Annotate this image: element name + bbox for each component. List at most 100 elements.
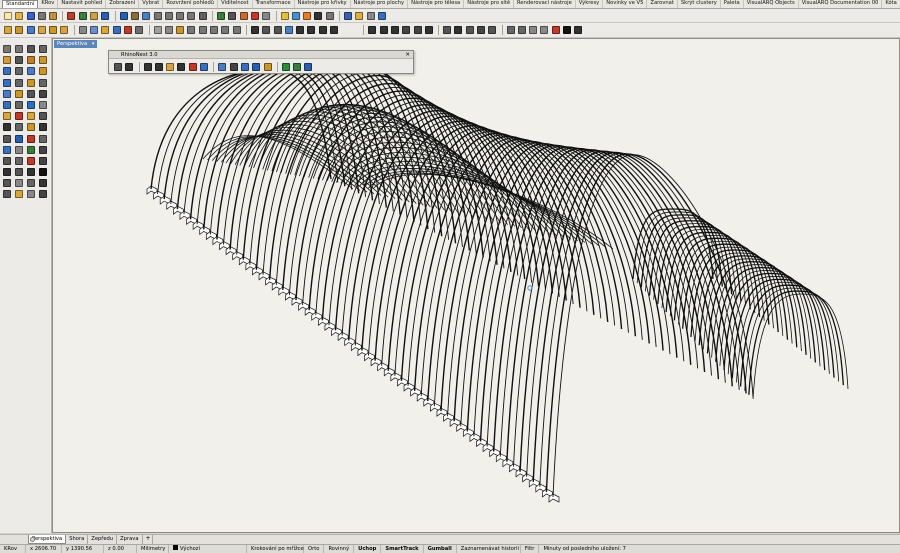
cylinder-icon[interactable]: [198, 25, 208, 35]
grid-nest-icon[interactable]: [251, 62, 261, 72]
left-tool-50-icon[interactable]: [26, 178, 36, 188]
shell-icon[interactable]: [100, 25, 110, 35]
tools-icon[interactable]: [573, 25, 583, 35]
left-tool-26-icon[interactable]: [26, 111, 36, 121]
torus-icon[interactable]: [220, 25, 230, 35]
extend-icon[interactable]: [476, 25, 486, 35]
loft-icon[interactable]: [26, 25, 36, 35]
left-tool-27-icon[interactable]: [38, 111, 48, 121]
units-indicator[interactable]: Milimetry: [137, 544, 169, 553]
boolean-split-icon[interactable]: [134, 25, 144, 35]
new-icon[interactable]: [3, 11, 13, 21]
group-icon[interactable]: [143, 62, 153, 72]
save-nest-icon[interactable]: [292, 62, 302, 72]
sweep-icon[interactable]: [48, 25, 58, 35]
left-tool-15-icon[interactable]: [38, 78, 48, 88]
rhinonest-title-bar[interactable]: RhinoNest 3.0 ✕: [109, 51, 413, 59]
record-history-toggle[interactable]: Zaznamenávat historii: [457, 544, 521, 553]
zoom-icon[interactable]: [153, 11, 163, 21]
left-tool-51-icon[interactable]: [38, 178, 48, 188]
left-tool-2-icon[interactable]: [26, 44, 36, 54]
tab-8[interactable]: Nástroje pro křivky: [295, 0, 351, 8]
labels-icon[interactable]: [176, 62, 186, 72]
close-icon[interactable]: ✕: [405, 51, 410, 59]
grid-snap-toggle[interactable]: Krokování po mřížce: [247, 544, 304, 553]
select-icon[interactable]: [227, 11, 237, 21]
cap-icon[interactable]: [175, 25, 185, 35]
left-tool-20-icon[interactable]: [2, 100, 12, 110]
extrude-icon[interactable]: [14, 25, 24, 35]
tab-scroll-icon[interactable]: [30, 537, 35, 542]
left-tool-43-icon[interactable]: [38, 156, 48, 166]
dim-icon[interactable]: [261, 25, 271, 35]
offset-icon[interactable]: [442, 25, 452, 35]
arc-icon[interactable]: [401, 25, 411, 35]
options-icon[interactable]: [377, 11, 387, 21]
left-tool-37-icon[interactable]: [14, 145, 24, 155]
left-tool-32-icon[interactable]: [2, 134, 12, 144]
material-nest-icon[interactable]: [165, 62, 175, 72]
paste-icon[interactable]: [89, 11, 99, 21]
sheets-icon[interactable]: [124, 62, 134, 72]
leader-icon[interactable]: [273, 25, 283, 35]
patch-icon[interactable]: [78, 25, 88, 35]
left-tool-3-icon[interactable]: [38, 44, 48, 54]
zoom-extents-icon[interactable]: [175, 11, 185, 21]
tab-20[interactable]: Kóta: [882, 0, 900, 8]
tab-6[interactable]: Viditelnost: [218, 0, 253, 8]
curve-icon[interactable]: [295, 25, 305, 35]
left-tool-39-icon[interactable]: [38, 145, 48, 155]
left-tool-4-icon[interactable]: [2, 55, 12, 65]
tab-9[interactable]: Nástroje pro plochy: [351, 0, 409, 8]
left-tool-24-icon[interactable]: [2, 111, 12, 121]
print-nest-icon[interactable]: [281, 62, 291, 72]
export-icon[interactable]: [217, 62, 227, 72]
array-icon[interactable]: [551, 25, 561, 35]
join-icon[interactable]: [239, 11, 249, 21]
left-tool-17-icon[interactable]: [14, 89, 24, 99]
left-tool-48-icon[interactable]: [2, 178, 12, 188]
tab-3[interactable]: Zobrazení: [106, 0, 140, 8]
left-tool-6-icon[interactable]: [26, 55, 36, 65]
polyline-icon[interactable]: [379, 25, 389, 35]
tab-16[interactable]: Skrýt clustery: [678, 0, 721, 8]
tab-1[interactable]: KRov: [38, 0, 59, 8]
box-icon[interactable]: [186, 25, 196, 35]
tab-2[interactable]: Nastavit pohled: [58, 0, 107, 8]
left-tool-29-icon[interactable]: [14, 122, 24, 132]
redo-icon[interactable]: [119, 11, 129, 21]
viewport-tab-3[interactable]: Zprava: [117, 535, 143, 544]
left-tool-49-icon[interactable]: [14, 178, 24, 188]
tab-18[interactable]: VisualARQ Objects: [744, 0, 799, 8]
viewport-tab-1[interactable]: Shora: [66, 535, 89, 544]
cut-icon[interactable]: [66, 11, 76, 21]
print-icon[interactable]: [37, 11, 47, 21]
chamfer-icon[interactable]: [164, 25, 174, 35]
left-tool-38-icon[interactable]: [26, 145, 36, 155]
network-icon[interactable]: [89, 25, 99, 35]
boolean-union-icon[interactable]: [112, 25, 122, 35]
report-icon[interactable]: [199, 62, 209, 72]
layer-icon[interactable]: [280, 11, 290, 21]
text-icon[interactable]: [250, 25, 260, 35]
lock-icon[interactable]: [354, 11, 364, 21]
rhinonest-toolbar[interactable]: RhinoNest 3.0 ✕: [108, 50, 414, 74]
tab-17[interactable]: Paleta: [721, 0, 744, 8]
viewport-tab-2[interactable]: Zepředu: [88, 535, 118, 544]
left-tool-10-icon[interactable]: [26, 66, 36, 76]
left-tool-41-icon[interactable]: [14, 156, 24, 166]
left-tool-31-icon[interactable]: [38, 122, 48, 132]
rectangle-icon[interactable]: [424, 25, 434, 35]
current-layer[interactable]: Výchozí: [169, 544, 247, 553]
copy-icon[interactable]: [78, 11, 88, 21]
zoom-selected-icon[interactable]: [186, 11, 196, 21]
osnap-toggle[interactable]: Uchop: [354, 544, 382, 553]
explode-icon[interactable]: [250, 11, 260, 21]
left-tool-18-icon[interactable]: [26, 89, 36, 99]
left-tool-53-icon[interactable]: [14, 189, 24, 199]
planar-toggle[interactable]: Rovinný: [324, 544, 355, 553]
shade-icon[interactable]: [325, 11, 335, 21]
fillet-icon[interactable]: [153, 25, 163, 35]
tab-12[interactable]: Renderovací nástroje: [514, 0, 576, 8]
polyline-icon[interactable]: [306, 25, 316, 35]
